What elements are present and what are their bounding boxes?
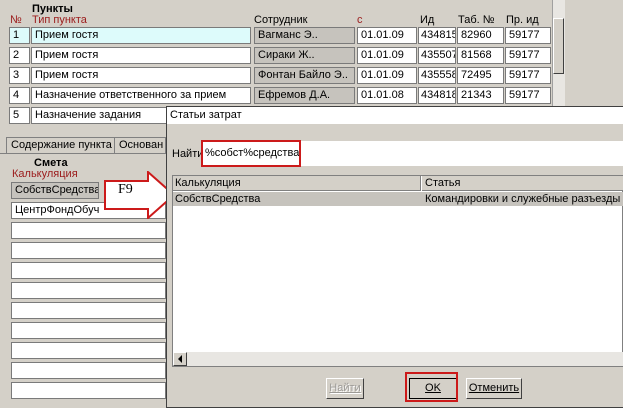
row-prid[interactable]: 59177 xyxy=(505,27,551,44)
row-type[interactable]: Назначение ответственного за прием xyxy=(31,87,251,104)
row-tab[interactable]: 21343 xyxy=(457,87,504,104)
smeta-row[interactable] xyxy=(11,262,166,279)
smeta-row[interactable] xyxy=(11,342,166,359)
cancel-button-label: Отменить xyxy=(468,382,520,394)
find-label: Найти xyxy=(172,148,204,160)
scroll-left-icon xyxy=(178,355,182,363)
punkty-scroll-thumb[interactable] xyxy=(553,18,564,74)
row-employee[interactable]: Ефремов Д.А. xyxy=(254,87,355,104)
row-id[interactable]: 435507 xyxy=(418,47,456,64)
col-header-id: Ид xyxy=(420,14,435,26)
row-num[interactable]: 1 xyxy=(9,27,30,44)
row-prid[interactable]: 59177 xyxy=(505,87,551,104)
row-type[interactable]: Прием гостя xyxy=(31,67,251,84)
f9-label: F9 xyxy=(118,182,133,197)
row-from[interactable]: 01.01.08 xyxy=(357,87,417,104)
col-header-type: Тип пункта xyxy=(32,14,87,26)
result-calc[interactable]: СобствСредства xyxy=(175,193,260,205)
tab-divider xyxy=(0,153,166,154)
smeta-row[interactable] xyxy=(11,382,166,399)
col-header-from: с xyxy=(357,14,363,26)
row-prid[interactable]: 59177 xyxy=(505,67,551,84)
dialog-title: Статьи затрат xyxy=(170,109,242,121)
col-header-num: № xyxy=(10,14,22,26)
row-tab[interactable]: 81568 xyxy=(457,47,504,64)
cancel-button[interactable]: Отменить xyxy=(466,378,522,399)
result-article[interactable]: Командировки и служебные разъезды xyxy=(425,193,620,205)
row-employee[interactable]: Вагманс Э.. xyxy=(254,27,355,44)
row-prid[interactable]: 59177 xyxy=(505,47,551,64)
results-header-calc-label: Калькуляция xyxy=(175,177,241,189)
smeta-column-header: Калькуляция xyxy=(12,168,78,180)
row-tab[interactable]: 72495 xyxy=(457,67,504,84)
row-type[interactable]: Прием гостя xyxy=(31,47,251,64)
smeta-row[interactable] xyxy=(11,242,166,259)
row-employee[interactable]: Фонтан Байло Э.. xyxy=(254,67,355,84)
find-button: Найти xyxy=(326,378,364,399)
col-header-tab: Таб. № xyxy=(458,14,495,26)
row-from[interactable]: 01.01.09 xyxy=(357,67,417,84)
smeta-row[interactable]: СобствСредства xyxy=(11,182,99,199)
smeta-row[interactable] xyxy=(11,362,166,379)
tab-basis[interactable]: Основан xyxy=(114,137,166,153)
row-id[interactable]: 434815 xyxy=(418,27,456,44)
find-highlight-frame xyxy=(201,140,301,167)
tab-content[interactable]: Содержание пункта xyxy=(6,137,117,153)
find-button-label: Найти xyxy=(329,382,361,394)
row-num[interactable]: 5 xyxy=(9,107,30,124)
row-id[interactable]: 434818 xyxy=(418,87,456,104)
results-hscrollbar[interactable] xyxy=(173,352,623,366)
row-tab[interactable]: 82960 xyxy=(457,27,504,44)
row-from[interactable]: 01.01.09 xyxy=(357,27,417,44)
row-num[interactable]: 2 xyxy=(9,47,30,64)
smeta-row[interactable] xyxy=(11,282,166,299)
results-header-article-label: Статья xyxy=(425,177,461,189)
row-type[interactable]: Прием гостя xyxy=(31,27,251,44)
smeta-row[interactable] xyxy=(11,302,166,319)
ok-highlight-frame xyxy=(405,372,458,402)
smeta-row[interactable] xyxy=(11,322,166,339)
row-from[interactable]: 01.01.09 xyxy=(357,47,417,64)
row-num[interactable]: 4 xyxy=(9,87,30,104)
row-id[interactable]: 435558 xyxy=(418,67,456,84)
row-type[interactable]: Назначение задания xyxy=(31,107,171,124)
smeta-row[interactable] xyxy=(11,222,166,239)
col-header-employee: Сотрудник xyxy=(254,14,308,26)
row-employee[interactable]: Сираки Ж.. xyxy=(254,47,355,64)
col-header-prid: Пр. ид xyxy=(506,14,539,26)
row-num[interactable]: 3 xyxy=(9,67,30,84)
